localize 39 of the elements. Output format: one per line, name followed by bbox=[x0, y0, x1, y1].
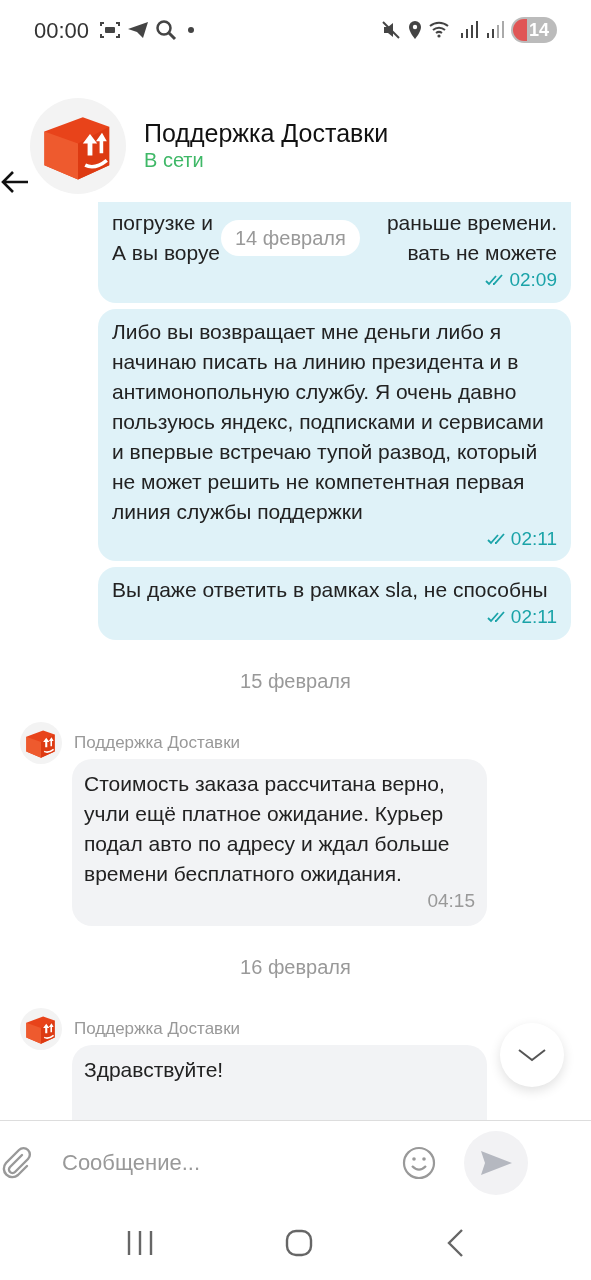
screenshot-icon bbox=[99, 20, 122, 40]
message-text: Либо вы возвращает мне деньги либо я начинаю писать на линию президента и в антимонопольную службу. Я очень давно пользуюсь яндекс, подписками и сервисами и впервые встречаю тупой развод, который не может решить не компетентная первая линия службы поддержки bbox=[112, 318, 545, 525]
chevron-down-icon bbox=[517, 1047, 547, 1063]
date-label: 15 февраля bbox=[240, 668, 351, 694]
message-time: 04:15 bbox=[427, 889, 475, 913]
attach-icon[interactable] bbox=[0, 1145, 32, 1180]
message-time: 02:11 bbox=[510, 526, 557, 551]
message-time: 02:11 bbox=[510, 605, 557, 629]
message-text: вать не можете bbox=[407, 240, 557, 266]
search-icon bbox=[155, 19, 178, 41]
date-label: 16 февраля bbox=[240, 954, 351, 980]
message-text: Вы даже ответить в рамках sla, не способны bbox=[112, 577, 549, 603]
send-icon bbox=[479, 1148, 513, 1177]
sender-avatar bbox=[20, 721, 62, 764]
chat-title: Поддержка Доставки bbox=[144, 118, 389, 148]
recent-apps-icon[interactable] bbox=[125, 1228, 154, 1257]
message-text: погрузке и bbox=[112, 210, 213, 236]
message-text: Стоимость заказа рассчитана верно, учли ещё платное ожидание. Курьер подал авто по адресу и ждал больше времени бесплатного ожидания. bbox=[84, 771, 451, 887]
back-arrow-icon[interactable] bbox=[0, 170, 30, 194]
back-icon[interactable] bbox=[445, 1227, 466, 1258]
message-text: А вы воруе bbox=[112, 240, 220, 266]
mute-icon bbox=[380, 20, 401, 40]
home-icon[interactable] bbox=[285, 1228, 314, 1257]
emoji-icon[interactable] bbox=[402, 1145, 436, 1180]
signal-icon bbox=[458, 20, 479, 40]
battery-indicator: 14 bbox=[510, 17, 557, 43]
online-status: В сети bbox=[144, 148, 205, 172]
location-icon bbox=[406, 20, 423, 40]
signal-icon bbox=[484, 20, 505, 40]
message-text: раньше времени. bbox=[386, 210, 557, 236]
send-plane-icon bbox=[127, 20, 150, 40]
message-time: 02:09 bbox=[509, 268, 557, 292]
message-text: Здравствуйте! bbox=[84, 1057, 225, 1083]
status-time: 00:00 bbox=[34, 16, 90, 45]
message-input[interactable]: Сообщение... bbox=[62, 1146, 402, 1179]
sender-avatar bbox=[20, 1007, 62, 1050]
sender-name: Поддержка Доставки bbox=[74, 731, 242, 754]
sender-name: Поддержка Доставки bbox=[74, 1017, 242, 1040]
date-pill: 14 февраля bbox=[221, 220, 360, 256]
